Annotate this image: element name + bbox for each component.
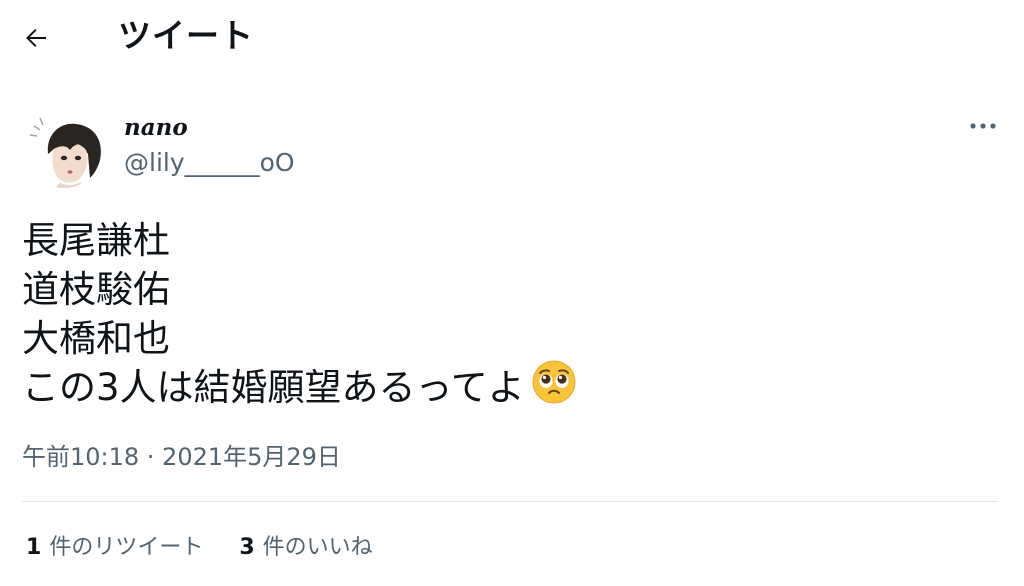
divider bbox=[22, 501, 998, 502]
back-button[interactable] bbox=[14, 16, 58, 60]
avatar[interactable] bbox=[24, 108, 104, 188]
header-bar: ツイート bbox=[0, 0, 1024, 80]
likes-count: 3 bbox=[239, 535, 255, 560]
tweet-text-line: 道枝駿佑 bbox=[22, 268, 170, 311]
arrow-left-icon bbox=[26, 29, 46, 47]
pleading-face-emoji bbox=[531, 359, 577, 417]
more-options-button[interactable] bbox=[958, 106, 1008, 146]
likes-stat[interactable]: 3 件のいいね bbox=[239, 530, 372, 566]
tweet-text: 長尾謙杜 道枝駿佑 大橋和也 この3人は結婚願望あるってよ bbox=[22, 216, 982, 412]
likes-label: 件のいいね bbox=[262, 535, 373, 560]
tweet-timestamp[interactable]: 午前10:18 · 2021年5月29日 bbox=[22, 439, 341, 475]
author-handle[interactable]: @lily______oO bbox=[124, 147, 295, 179]
avatar-photo bbox=[24, 108, 104, 188]
page-title: ツイート bbox=[118, 16, 254, 55]
tweet-text-line: 大橋和也 bbox=[22, 317, 170, 360]
tweet-text-line: 長尾謙杜 bbox=[22, 219, 170, 262]
author-display-name[interactable]: nano bbox=[124, 113, 188, 143]
more-horizontal-icon bbox=[970, 123, 996, 129]
retweets-label: 件のリツイート bbox=[49, 535, 204, 560]
retweets-stat[interactable]: 1 件のリツイート bbox=[26, 530, 203, 566]
tweet-stats: 1 件のリツイート 3 件のいいね bbox=[26, 530, 373, 566]
retweets-count: 1 bbox=[26, 535, 42, 560]
tweet-text-line: この3人は結婚願望あるってよ bbox=[22, 360, 982, 412]
